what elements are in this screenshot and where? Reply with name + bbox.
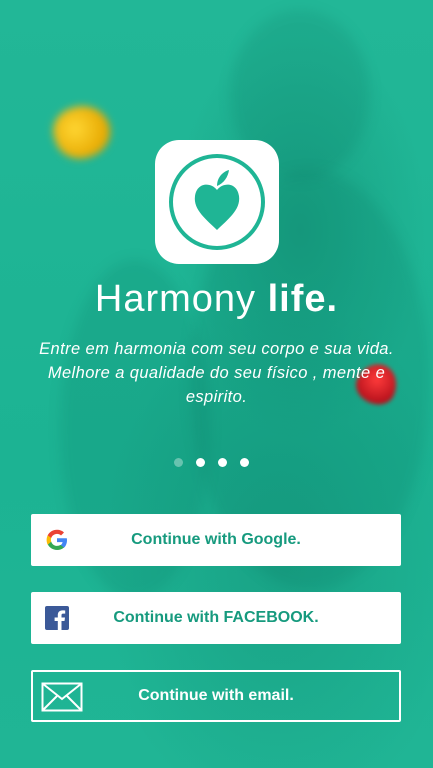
app-title: Harmony life. <box>0 278 433 321</box>
facebook-icon <box>45 606 69 630</box>
pager-dot-4[interactable] <box>240 457 249 467</box>
title-light: Harmony <box>94 278 257 320</box>
continue-email-button[interactable]: Continue with email. <box>31 670 401 722</box>
continue-email-label: Continue with email. <box>138 687 294 704</box>
continue-facebook-button[interactable]: Continue with FACEBOOK. <box>31 592 401 644</box>
continue-google-button[interactable]: Continue with Google. <box>31 514 401 566</box>
pager-dot-3[interactable] <box>218 457 227 467</box>
pager-dot-1[interactable] <box>174 457 183 467</box>
continue-google-label: Continue with Google. <box>131 531 301 548</box>
app-logo <box>155 140 279 264</box>
title-bold: life. <box>267 278 339 320</box>
continue-facebook-label: Continue with FACEBOOK. <box>113 609 319 626</box>
google-icon <box>46 529 67 550</box>
app-subtitle: Entre em harmonia com seu corpo e sua vi… <box>39 340 394 406</box>
pager-dots <box>174 457 249 467</box>
welcome-screen: Harmony life. Entre em harmonia com seu … <box>0 0 433 768</box>
pager-dot-2[interactable] <box>196 457 205 467</box>
envelope-icon <box>41 682 83 712</box>
heart-apple-icon <box>169 154 265 250</box>
